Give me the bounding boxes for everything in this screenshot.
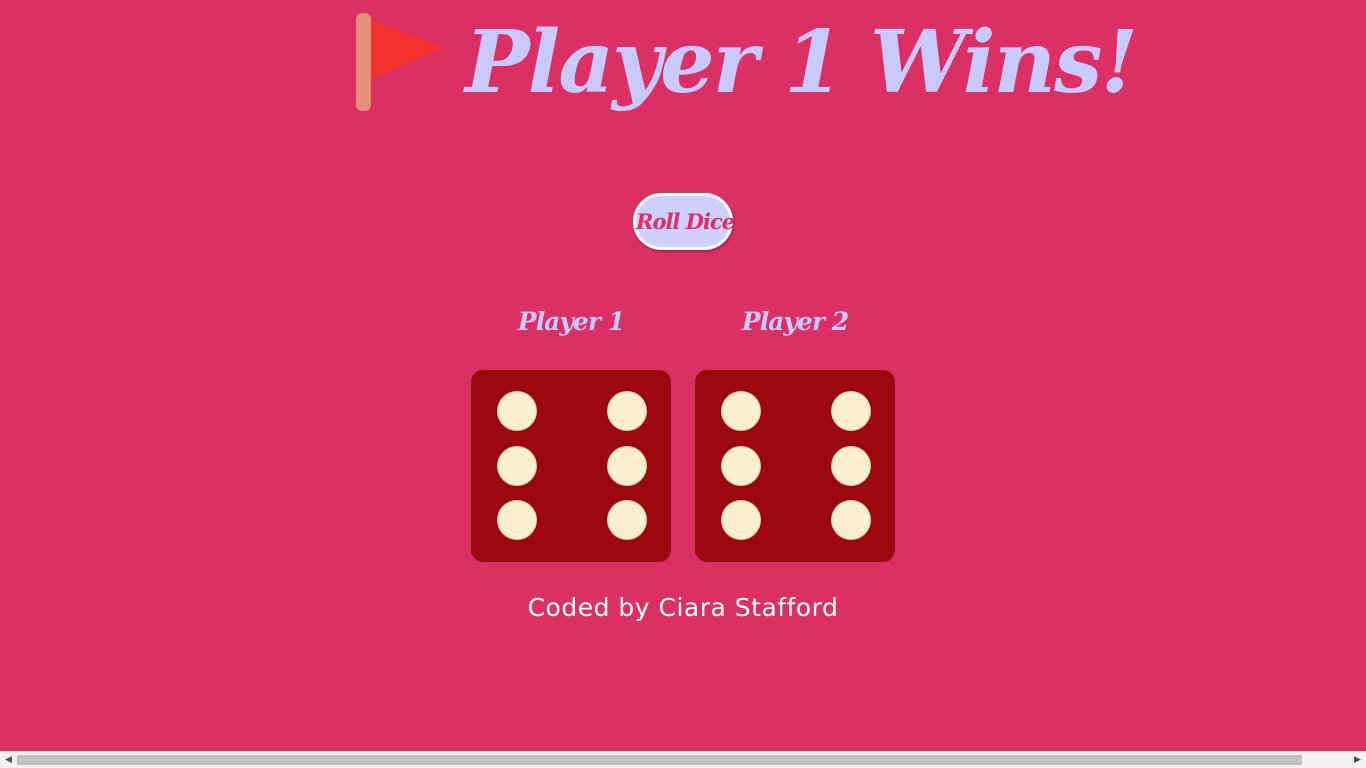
player-2-die [695, 370, 895, 562]
scrollbar-thumb[interactable] [17, 755, 1302, 765]
scroll-left-arrow-icon[interactable]: ◀ [0, 752, 17, 768]
scroll-right-arrow-icon[interactable]: ▶ [1349, 752, 1366, 768]
roll-dice-button[interactable]: Roll Dice [633, 193, 735, 250]
die-pip [607, 446, 647, 486]
die-pip [497, 446, 537, 486]
winner-title: Player 1 Wins! [465, 12, 1138, 113]
player-1-label: Player 1 [517, 307, 625, 336]
game-page: Player 1 Wins! Roll Dice Player 1 Player… [0, 0, 1366, 768]
die-pip [607, 500, 647, 540]
die-pip [831, 500, 871, 540]
die-pip [721, 446, 761, 486]
die-pip [831, 391, 871, 431]
credit-footer: Coded by Ciara Stafford [527, 593, 839, 622]
die-pip [831, 446, 871, 486]
player-2-label: Player 2 [741, 307, 849, 336]
red-flag-icon [356, 13, 444, 111]
title-row: Player 1 Wins! [0, 8, 1366, 128]
die-pip [497, 391, 537, 431]
player-1-die [471, 370, 671, 562]
die-pip [721, 500, 761, 540]
horizontal-scrollbar[interactable]: ◀ ▶ [0, 751, 1366, 768]
die-pip [497, 500, 537, 540]
die-pip [607, 391, 647, 431]
die-pip [721, 391, 761, 431]
